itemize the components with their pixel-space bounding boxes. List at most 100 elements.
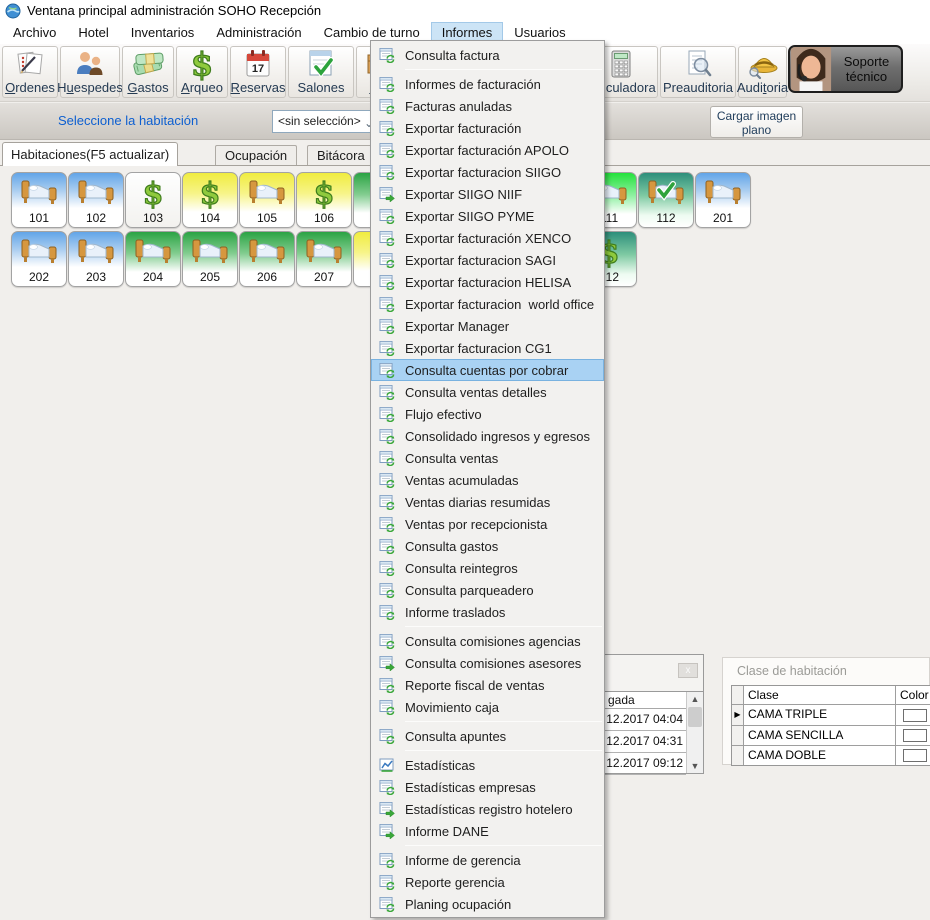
menubar-item-archivo[interactable]: Archivo [2, 22, 67, 44]
menu-item-movimiento-caja[interactable]: Movimiento caja [371, 696, 604, 718]
room-tile-205[interactable]: 205 [182, 231, 238, 287]
menu-item-exportar-manager[interactable]: Exportar Manager [371, 315, 604, 337]
room-class-row[interactable]: CAMA DOBLEC [732, 745, 930, 765]
menu-item-consulta-comisiones-asesores[interactable]: Consulta comisiones asesores [371, 652, 604, 674]
room-tile-106[interactable]: $106 [296, 172, 352, 228]
toolbar-button-arqueo[interactable]: $Arqueo [176, 46, 228, 98]
menu-item-exportar-facturacion-sagi[interactable]: Exportar facturacion SAGI [371, 249, 604, 271]
room-tile-201[interactable]: 201 [695, 172, 751, 228]
menu-item-consulta-cuentas-por-cobrar[interactable]: Consulta cuentas por cobrar [371, 359, 604, 381]
toolbar-button-salones[interactable]: Salones [288, 46, 354, 98]
room-tile-207[interactable]: 207 [296, 231, 352, 287]
scroll-up-icon[interactable]: ▲ [687, 692, 703, 706]
menu-item-label: Movimiento caja [405, 700, 499, 715]
arrival-row[interactable]: 12.2017 04:31 [593, 731, 686, 753]
report-refresh-icon [379, 450, 395, 466]
menu-item-exportar-siigo-pyme[interactable]: Exportar SIIGO PYME [371, 205, 604, 227]
tab-bitacora[interactable]: Bitácora [307, 145, 375, 166]
menu-item-informes-de-facturacion[interactable]: Informes de facturación [371, 73, 604, 95]
toolbar-button-ordenes[interactable]: Ordenes [2, 46, 58, 98]
menu-item-estadisticas-registro-hotelero[interactable]: Estadísticas registro hotelero [371, 798, 604, 820]
room-tile-104[interactable]: $104 [182, 172, 238, 228]
report-refresh-icon [379, 428, 395, 444]
room-tile-206[interactable]: 206 [239, 231, 295, 287]
tab-habitaciones[interactable]: Habitaciones(F5 actualizar) [2, 142, 178, 166]
menu-item-consulta-ventas-detalles[interactable]: Consulta ventas detalles [371, 381, 604, 403]
menu-item-estadisticas[interactable]: Estadísticas [371, 754, 604, 776]
menu-item-exportar-facturacion[interactable]: Exportar facturación [371, 117, 604, 139]
menu-item-consulta-comisiones-agencias[interactable]: Consulta comisiones agencias [371, 630, 604, 652]
menu-item-reporte-gerencia[interactable]: Reporte gerencia [371, 871, 604, 893]
toolbar-button-gastos[interactable]: Gastos [122, 46, 174, 98]
toolbar-button-preauditoria[interactable]: Preauditoria [660, 46, 736, 98]
menubar-item-inventarios[interactable]: Inventarios [120, 22, 206, 44]
menu-item-consulta-ventas[interactable]: Consulta ventas [371, 447, 604, 469]
toolbar-button-huespedes[interactable]: Huespedes [60, 46, 120, 98]
menu-item-exportar-facturacion-helisa[interactable]: Exportar facturacion HELISA [371, 271, 604, 293]
menu-item-flujo-efectivo[interactable]: Flujo efectivo [371, 403, 604, 425]
menu-item-consulta-gastos[interactable]: Consulta gastos [371, 535, 604, 557]
room-tile-202[interactable]: 202 [11, 231, 67, 287]
menubar-item-hotel[interactable]: Hotel [67, 22, 119, 44]
menu-item-consulta-reintegros[interactable]: Consulta reintegros [371, 557, 604, 579]
load-floorplan-button[interactable]: Cargar imagen plano [710, 106, 803, 138]
menu-item-informe-dane[interactable]: Informe DANE [371, 820, 604, 842]
marker-column-header [732, 686, 744, 704]
menu-item-facturas-anuladas[interactable]: Facturas anuladas [371, 95, 604, 117]
arrival-row[interactable]: 12.2017 04:04 [593, 709, 686, 731]
menubar-item-administracion[interactable]: Administración [205, 22, 312, 44]
menu-item-ventas-por-recepcionista[interactable]: Ventas por recepcionista [371, 513, 604, 535]
bed-icon [696, 175, 750, 211]
scrollbar-thumb[interactable] [688, 707, 702, 727]
menu-item-exportar-facturacion-world-office[interactable]: Exportar facturacion world office [371, 293, 604, 315]
toolbar-button-label: Ordenes [5, 81, 55, 95]
room-class-row[interactable]: ▶CAMA TRIPLEC [732, 705, 930, 725]
menu-item-exportar-facturacion-cg1[interactable]: Exportar facturacion CG1 [371, 337, 604, 359]
arrival-row[interactable]: 12.2017 09:12 [593, 753, 686, 775]
menu-item-label: Ventas diarias resumidas [405, 495, 550, 510]
room-tile-105[interactable]: 105 [239, 172, 295, 228]
menu-item-consulta-parqueadero[interactable]: Consulta parqueadero [371, 579, 604, 601]
room-tile-112[interactable]: 112 [638, 172, 694, 228]
menu-item-consulta-apuntes[interactable]: Consulta apuntes [371, 725, 604, 747]
room-class-row[interactable]: CAMA SENCILLAC [732, 725, 930, 745]
menu-item-exportar-siigo-niif[interactable]: Exportar SIIGO NIIF [371, 183, 604, 205]
color-swatch[interactable] [903, 729, 927, 742]
close-icon[interactable]: x [678, 663, 698, 678]
menu-item-consolidado-ingresos-y-egresos[interactable]: Consolidado ingresos y egresos [371, 425, 604, 447]
room-tile-204[interactable]: 204 [125, 231, 181, 287]
color-swatch[interactable] [903, 709, 927, 722]
tab-ocupacion[interactable]: Ocupación [215, 145, 297, 166]
room-tile-101[interactable]: 101 [11, 172, 67, 228]
menu-item-consulta-factura[interactable]: Consulta factura [371, 44, 604, 66]
toolbar-button-auditoria[interactable]: Auditoria [738, 46, 787, 98]
menu-item-informe-traslados[interactable]: Informe traslados [371, 601, 604, 623]
scroll-down-icon[interactable]: ▼ [687, 759, 703, 773]
report-refresh-icon [379, 362, 395, 378]
support-button[interactable]: Soporte técnico [788, 45, 903, 93]
menu-item-exportar-facturacion-apolo[interactable]: Exportar facturación APOLO [371, 139, 604, 161]
menu-item-planing-ocupacion[interactable]: Planing ocupación [371, 893, 604, 915]
menu-item-reporte-fiscal-de-ventas[interactable]: Reporte fiscal de ventas [371, 674, 604, 696]
color-swatch[interactable] [903, 749, 927, 762]
room-tile-102[interactable]: 102 [68, 172, 124, 228]
report-refresh-icon [379, 98, 395, 114]
toolbar-button-reservas[interactable]: 17Reservas [230, 46, 286, 98]
menu-item-exportar-facturacion-siigo[interactable]: Exportar facturacion SIIGO [371, 161, 604, 183]
room-number: 201 [696, 211, 750, 225]
room-tile-103[interactable]: $103 [125, 172, 181, 228]
menu-item-label: Exportar facturacion CG1 [405, 341, 552, 356]
menu-item-informe-de-gerencia[interactable]: Informe de gerencia [371, 849, 604, 871]
room-select-combobox[interactable]: <sin selección> ⌄ [272, 110, 378, 133]
arrivals-column-header: gada [593, 692, 686, 709]
menu-item-label: Consulta parqueadero [405, 583, 534, 598]
menu-item-ventas-diarias-resumidas[interactable]: Ventas diarias resumidas [371, 491, 604, 513]
menu-item-estadisticas-empresas[interactable]: Estadísticas empresas [371, 776, 604, 798]
svg-text:17: 17 [252, 63, 264, 75]
menu-item-ventas-acumuladas[interactable]: Ventas acumuladas [371, 469, 604, 491]
room-tile-203[interactable]: 203 [68, 231, 124, 287]
arrivals-scrollbar[interactable]: ▲ ▼ [686, 692, 703, 773]
informes-dropdown-menu: Consulta facturaInformes de facturaciónF… [370, 40, 605, 918]
menu-item-label: Exportar facturacion world office [405, 297, 594, 312]
menu-item-exportar-facturacion-xenco[interactable]: Exportar facturación XENCO [371, 227, 604, 249]
